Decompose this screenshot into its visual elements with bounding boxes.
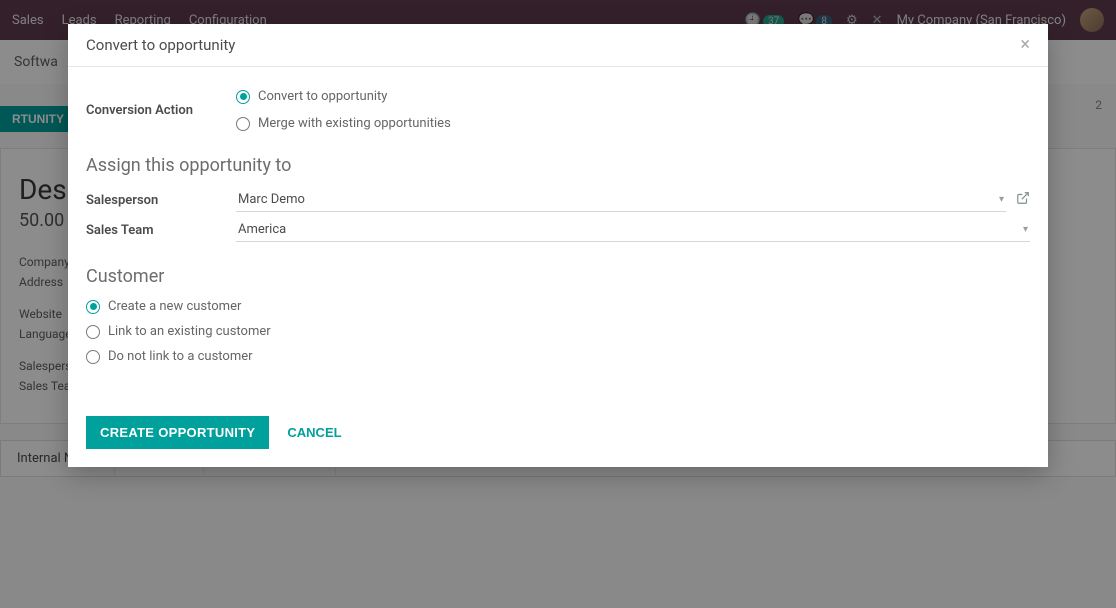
salesperson-label: Salesperson xyxy=(86,193,236,208)
radio-merge-label: Merge with existing opportunities xyxy=(258,116,451,131)
radio-link-customer[interactable]: Link to an existing customer xyxy=(86,324,1030,339)
external-link-icon[interactable] xyxy=(1016,191,1030,209)
radio-icon xyxy=(86,325,100,339)
radio-merge[interactable]: Merge with existing opportunities xyxy=(236,116,451,131)
cancel-button[interactable]: CANCEL xyxy=(287,425,341,440)
radio-create-customer[interactable]: Create a new customer xyxy=(86,299,1030,314)
create-opportunity-button[interactable]: CREATE OPPORTUNITY xyxy=(86,416,269,449)
convert-modal: Convert to opportunity × Conversion Acti… xyxy=(68,24,1048,467)
radio-nolink-label: Do not link to a customer xyxy=(108,349,253,364)
radio-icon xyxy=(86,300,100,314)
radio-convert[interactable]: Convert to opportunity xyxy=(236,89,451,104)
salesperson-value: Marc Demo xyxy=(238,192,305,207)
radio-icon xyxy=(86,350,100,364)
radio-convert-label: Convert to opportunity xyxy=(258,89,387,104)
chevron-down-icon: ▾ xyxy=(1023,224,1028,235)
salesteam-label: Sales Team xyxy=(86,223,236,238)
modal-title: Convert to opportunity xyxy=(86,36,235,54)
salesperson-select[interactable]: Marc Demo ▾ xyxy=(236,188,1006,212)
customer-section-title: Customer xyxy=(86,266,1030,287)
salesteam-value: America xyxy=(238,222,286,237)
radio-create-label: Create a new customer xyxy=(108,299,241,314)
radio-icon xyxy=(236,90,250,104)
radio-icon xyxy=(236,117,250,131)
radio-nolink-customer[interactable]: Do not link to a customer xyxy=(86,349,1030,364)
close-icon[interactable]: × xyxy=(1020,36,1030,54)
radio-link-label: Link to an existing customer xyxy=(108,324,271,339)
chevron-down-icon: ▾ xyxy=(999,194,1004,205)
salesteam-select[interactable]: America ▾ xyxy=(236,218,1030,242)
assign-section-title: Assign this opportunity to xyxy=(86,155,1030,176)
conversion-label: Conversion Action xyxy=(86,103,236,118)
